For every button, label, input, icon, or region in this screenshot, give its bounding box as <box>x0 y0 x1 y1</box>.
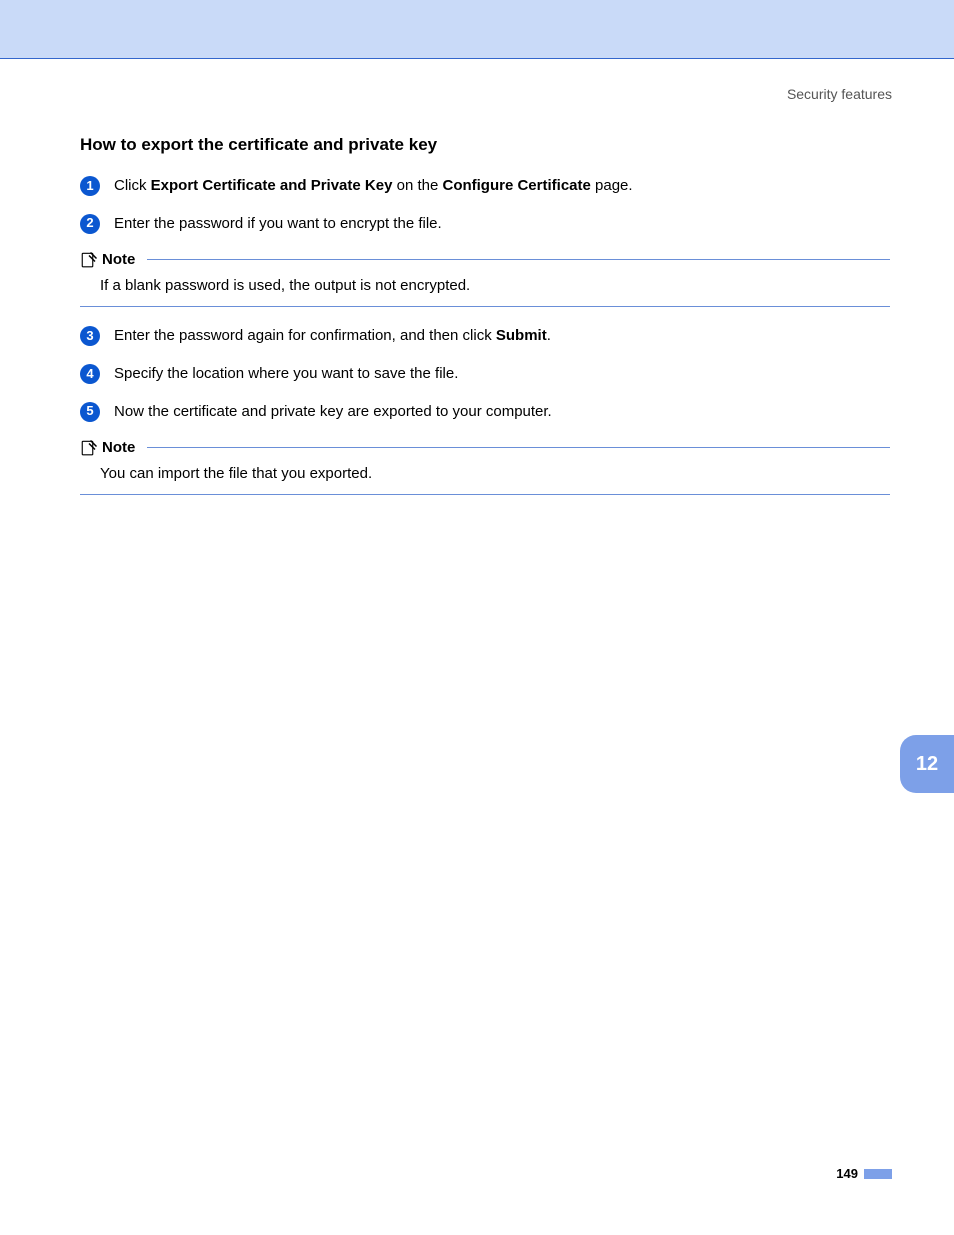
step-text-bold: Export Certificate and Private Key <box>151 177 393 194</box>
step-item: 5 Now the certificate and private key ar… <box>80 401 890 423</box>
page-content: How to export the certificate and privat… <box>80 135 890 513</box>
note-header-row: Note <box>80 251 890 269</box>
note-body: You can import the file that you exporte… <box>100 463 890 485</box>
note-block: Note You can import the file that you ex… <box>80 439 890 496</box>
step-text-pre: Specify the location where you want to s… <box>114 365 458 382</box>
note-bottom-divider <box>80 494 890 495</box>
step-item: 1 Click Export Certificate and Private K… <box>80 175 890 197</box>
note-label: Note <box>102 439 135 456</box>
step-number-badge: 4 <box>80 364 100 384</box>
step-text: Enter the password again for confirmatio… <box>114 325 890 347</box>
step-text-pre: Now the certificate and private key are … <box>114 403 552 420</box>
note-block: Note If a blank password is used, the ou… <box>80 251 890 308</box>
page-footer: 149 <box>836 1166 892 1181</box>
step-item: 2 Enter the password if you want to encr… <box>80 213 890 235</box>
note-divider <box>147 447 890 448</box>
page-bar-decoration <box>864 1169 892 1179</box>
note-label: Note <box>102 251 135 268</box>
step-text-bold: Submit <box>496 327 547 344</box>
step-text-pre: Click <box>114 177 151 194</box>
note-body: If a blank password is used, the output … <box>100 275 890 297</box>
section-title: How to export the certificate and privat… <box>80 135 890 155</box>
step-text: Now the certificate and private key are … <box>114 401 890 423</box>
step-text-bold2: Configure Certificate <box>442 177 590 194</box>
step-text: Click Export Certificate and Private Key… <box>114 175 890 197</box>
step-text-post: page. <box>591 177 633 194</box>
step-item: 4 Specify the location where you want to… <box>80 363 890 385</box>
note-icon <box>80 439 98 457</box>
page-top-band <box>0 0 954 59</box>
chapter-tab: 12 <box>900 735 954 793</box>
step-text: Specify the location where you want to s… <box>114 363 890 385</box>
step-text-pre: Enter the password if you want to encryp… <box>114 215 442 232</box>
note-divider <box>147 259 890 260</box>
note-icon <box>80 251 98 269</box>
page-number: 149 <box>836 1166 858 1181</box>
running-header: Security features <box>787 86 892 102</box>
step-number-badge: 5 <box>80 402 100 422</box>
step-text-mid: on the <box>392 177 442 194</box>
step-number-badge: 3 <box>80 326 100 346</box>
note-header-row: Note <box>80 439 890 457</box>
step-text: Enter the password if you want to encryp… <box>114 213 890 235</box>
step-number-badge: 2 <box>80 214 100 234</box>
note-bottom-divider <box>80 306 890 307</box>
step-text-pre: Enter the password again for confirmatio… <box>114 327 496 344</box>
step-number-badge: 1 <box>80 176 100 196</box>
step-text-mid: . <box>547 327 551 344</box>
step-item: 3 Enter the password again for confirmat… <box>80 325 890 347</box>
